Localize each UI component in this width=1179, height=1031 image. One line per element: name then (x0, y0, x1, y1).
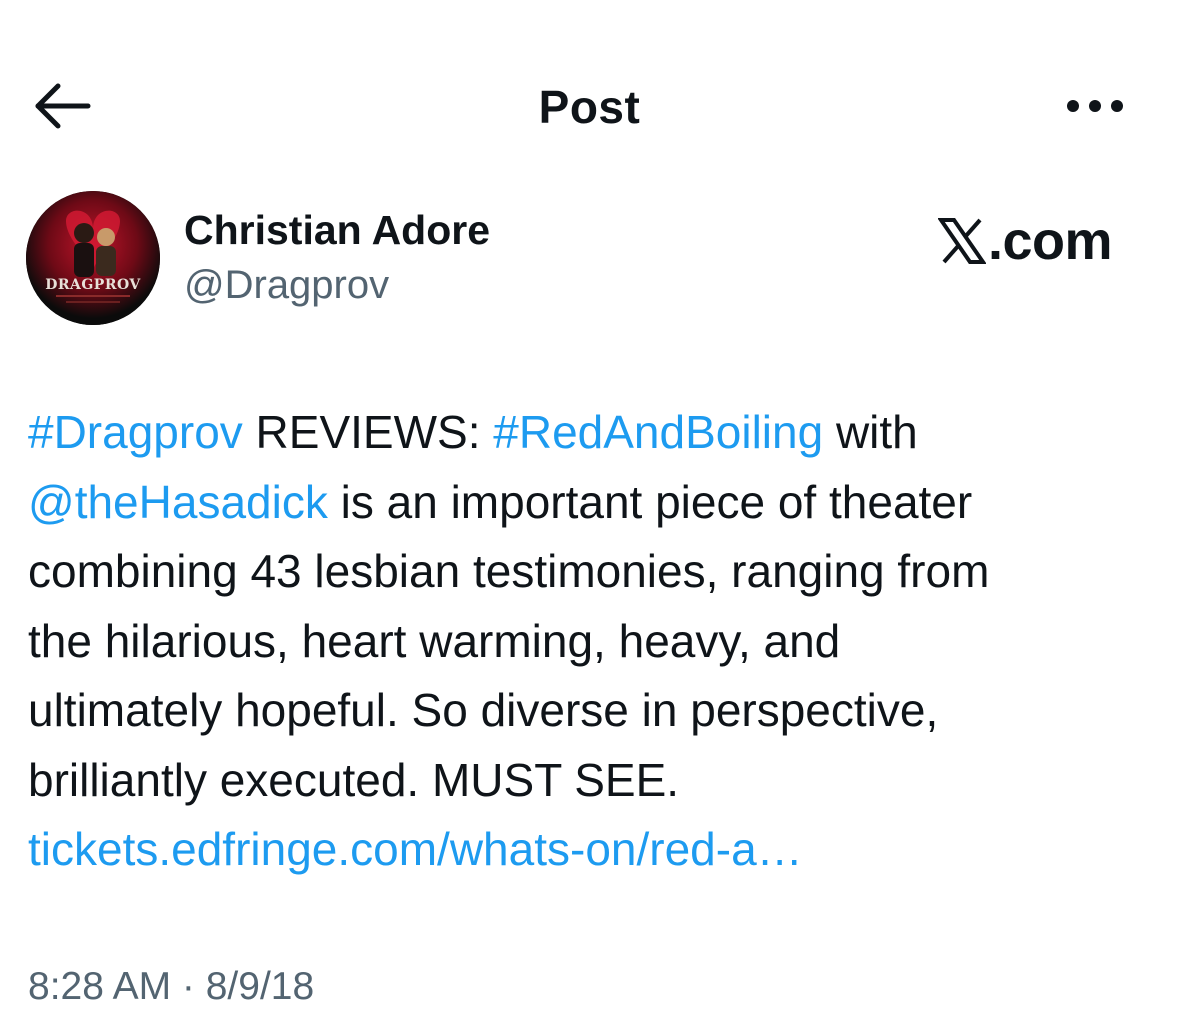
avatar-logo-text: DRAGPROV (45, 277, 141, 293)
post-text-segment: with (823, 406, 918, 458)
more-button[interactable] (1062, 96, 1128, 116)
post-text: #Dragprov REVIEWS: #RedAndBoiling with @… (28, 398, 1148, 885)
post-text-line: the hilarious, heart warming, heavy, and (28, 614, 841, 667)
mention-link[interactable]: @theHasadick (28, 476, 328, 528)
x-watermark: .com (938, 211, 1113, 271)
post-text-line: #Dragprov REVIEWS: #RedAndBoiling with (28, 398, 1148, 468)
hashtag-link[interactable]: #Dragprov (28, 406, 243, 458)
more-horizontal-icon (1067, 100, 1123, 112)
watermark-text: .com (988, 211, 1113, 271)
post-author: DRAGPROV Christian Adore @Dragprov .com (26, 191, 1156, 331)
post-text-segment: is an important piece of theater (327, 475, 973, 528)
post-text-line: brilliantly executed. MUST SEE. (28, 753, 680, 806)
avatar-image: DRAGPROV (26, 191, 160, 325)
url-link[interactable]: tickets.edfringe.com/whats-on/red-a… (28, 823, 803, 875)
x-logo-icon (938, 218, 986, 264)
post-text-segment: REVIEWS: (242, 406, 494, 458)
post-text-line: ultimately hopeful. So diverse in perspe… (28, 684, 939, 736)
post-text-line: combining 43 lesbian testimonies, rangin… (28, 545, 990, 597)
top-bar: Post (0, 60, 1179, 150)
post-text-line: @theHasadick is an important piece of th… (28, 468, 1148, 538)
page-title: Post (538, 81, 641, 133)
author-handle[interactable]: @Dragprov (184, 263, 389, 308)
avatar[interactable]: DRAGPROV (26, 191, 160, 325)
author-display-name[interactable]: Christian Adore (184, 207, 490, 254)
post-timestamp[interactable]: 8:28 AM · 8/9/18 (28, 965, 314, 1009)
post-text-line: tickets.edfringe.com/whats-on/red-a… (28, 815, 1148, 885)
hashtag-link[interactable]: #RedAndBoiling (493, 406, 823, 458)
